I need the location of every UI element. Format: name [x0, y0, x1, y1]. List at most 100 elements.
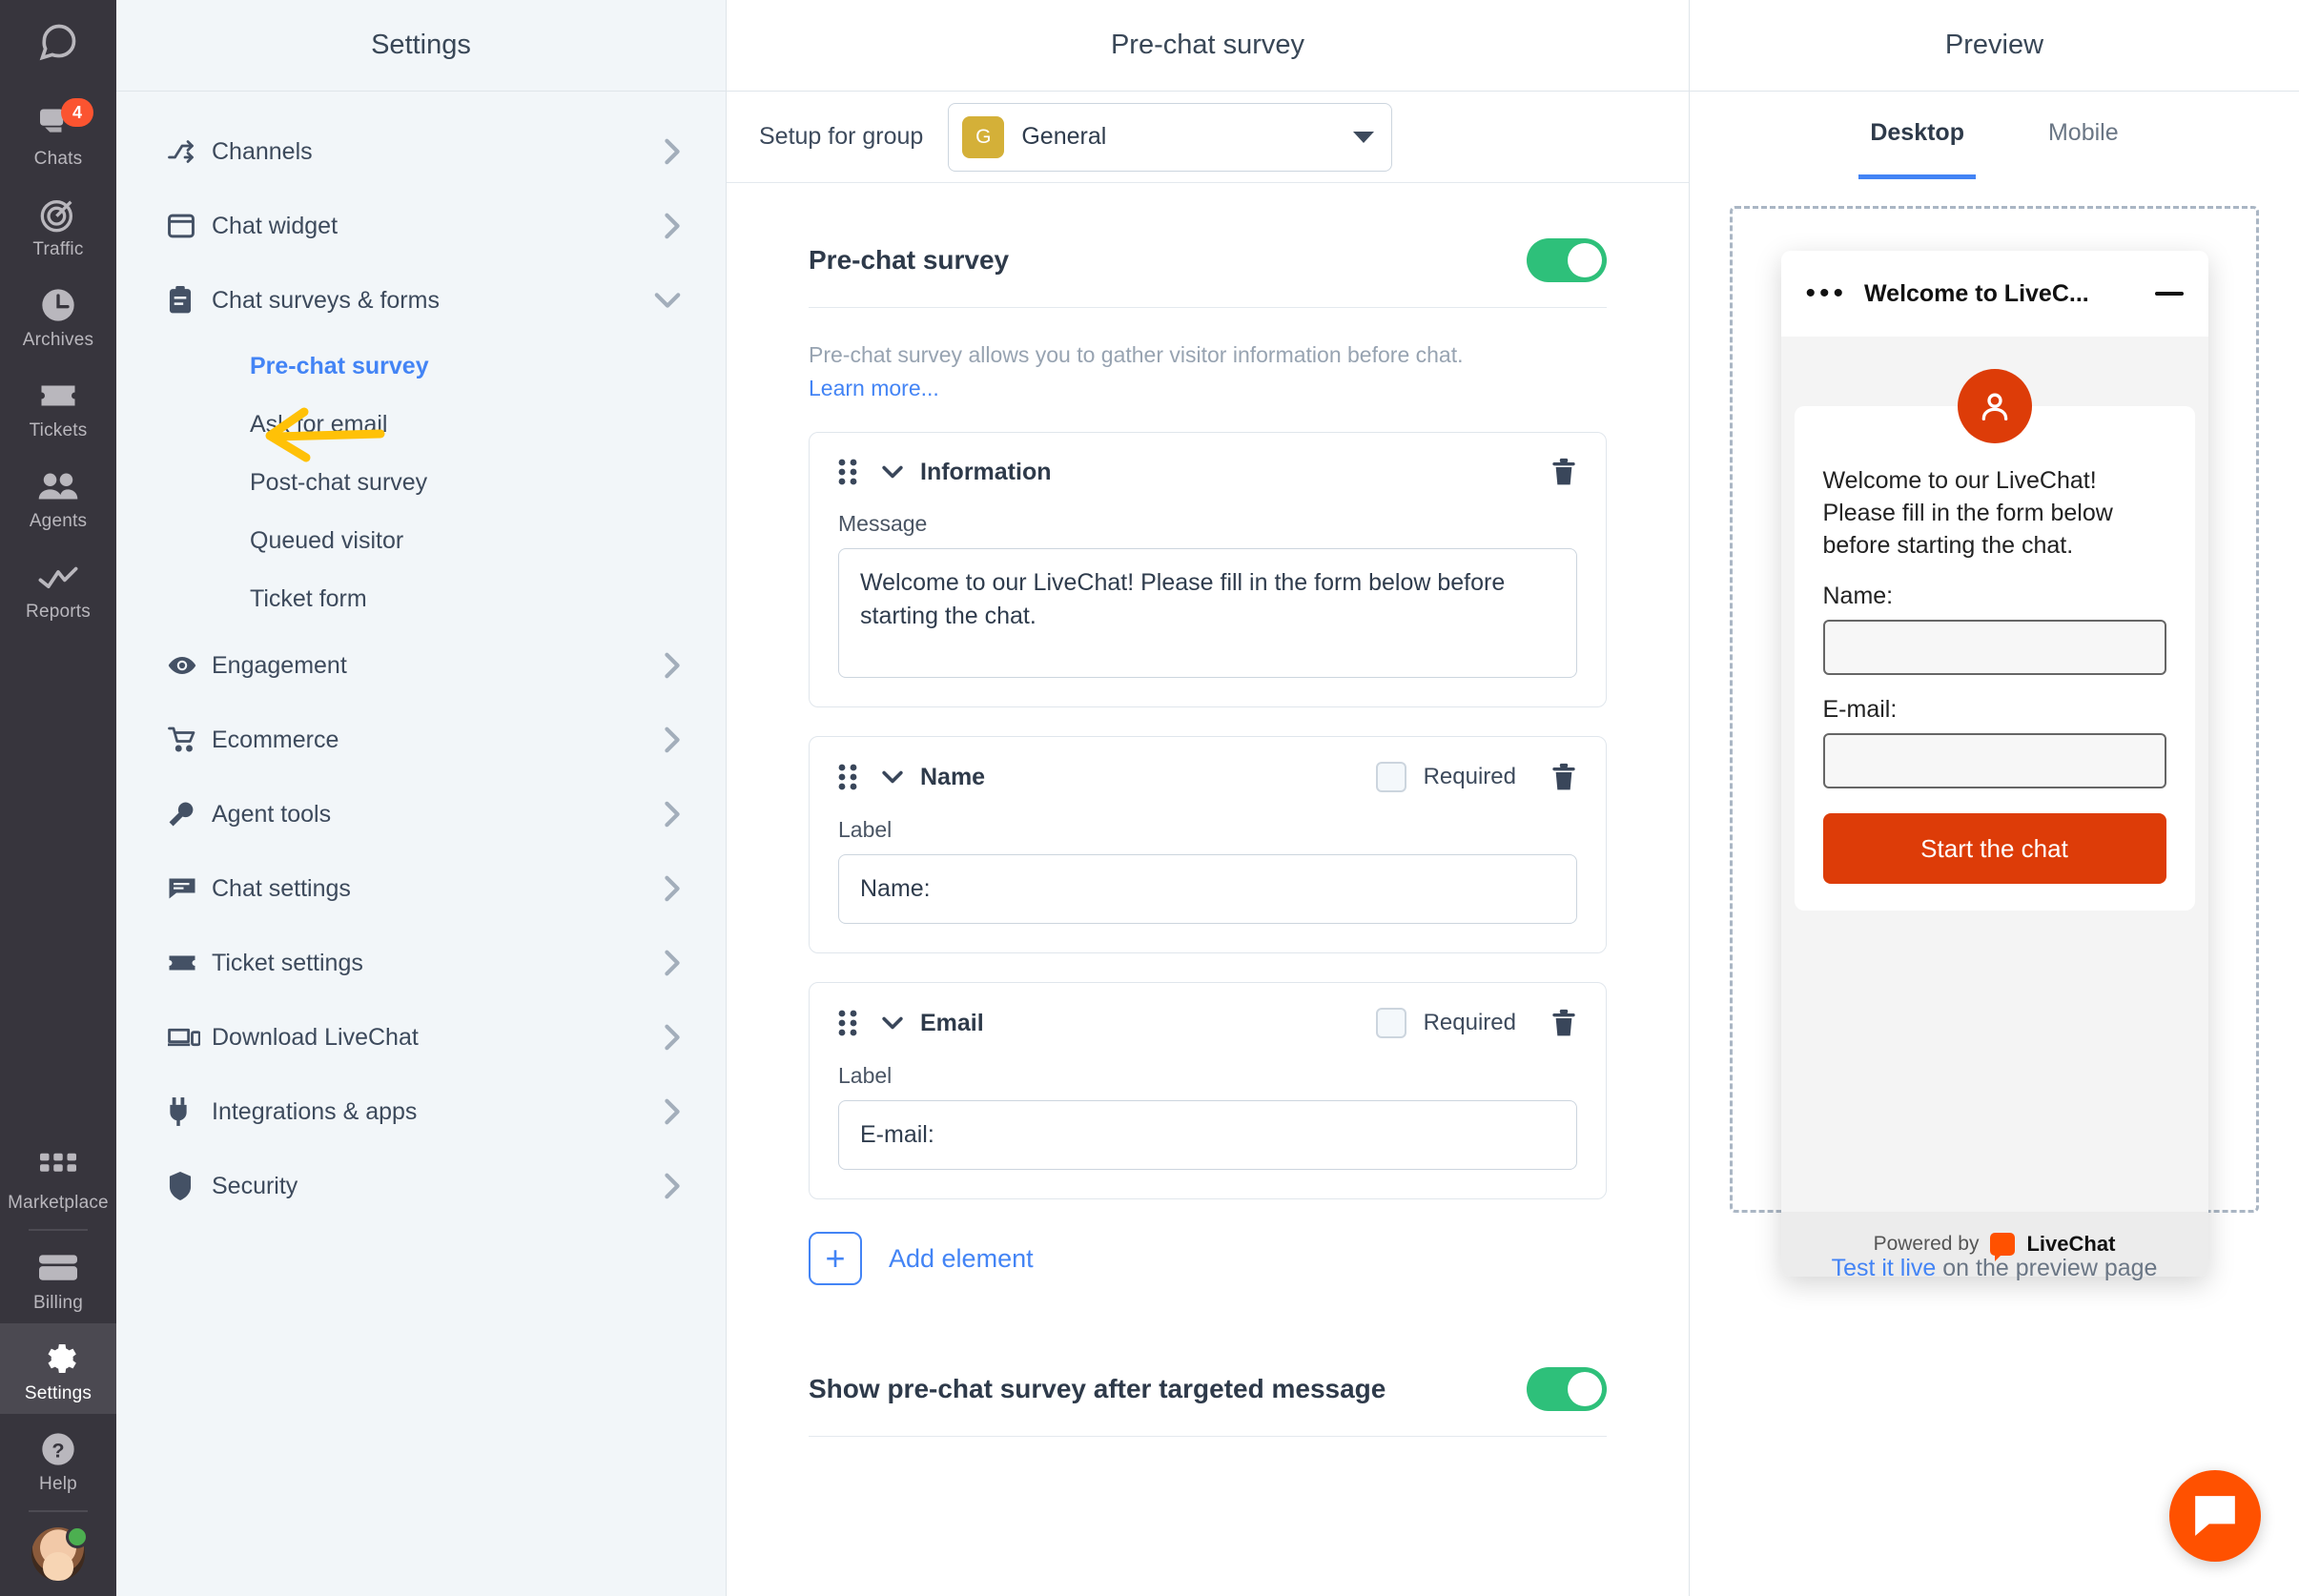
settings-header: Settings	[116, 0, 726, 92]
minimize-icon[interactable]	[2154, 292, 2184, 296]
chat-launcher-bubble[interactable]	[2169, 1470, 2261, 1562]
sidebar-item-ticket-settings[interactable]: Ticket settings	[116, 926, 726, 1000]
field-label-name: Label	[838, 817, 893, 843]
targeted-message-label: Show pre-chat survey after targeted mess…	[809, 1374, 1386, 1404]
chats-unread-badge: 4	[61, 98, 93, 127]
sidebar-item-chat-surveys-forms[interactable]: Chat surveys & forms	[116, 263, 726, 338]
sidebar-item-engagement[interactable]: Engagement	[116, 628, 726, 703]
tab-desktop[interactable]: Desktop	[1858, 92, 1976, 179]
test-it-live-link[interactable]: Test it live	[1832, 1255, 1937, 1281]
rail-item-reports[interactable]: Reports	[0, 542, 116, 632]
required-checkbox-email[interactable]: Required	[1375, 1008, 1516, 1039]
required-checkbox-name[interactable]: Required	[1375, 762, 1516, 793]
widget-email-label: E-mail:	[1822, 696, 1898, 724]
drag-handle-icon[interactable]	[838, 459, 857, 485]
sidebar-item-agent-tools[interactable]: Agent tools	[116, 777, 726, 851]
powered-by-text: Powered by	[1873, 1233, 1980, 1256]
rail-item-help[interactable]: ? Help	[0, 1414, 116, 1504]
page-title: Settings	[371, 30, 471, 60]
sidebar-item-queued-visitor[interactable]: Queued visitor	[116, 512, 726, 570]
sidebar-item-chat-widget[interactable]: Chat widget	[116, 189, 726, 263]
section-description: Pre-chat survey allows you to gather vis…	[809, 340, 1607, 403]
chevron-down-icon[interactable]	[880, 1015, 905, 1031]
sidebar-item-pre-chat-survey[interactable]: Pre-chat survey	[116, 338, 726, 396]
rail-item-archives[interactable]: Archives	[0, 270, 116, 360]
targeted-message-toggle[interactable]	[1527, 1367, 1607, 1412]
email-label-input[interactable]: E-mail:	[838, 1100, 1577, 1171]
name-label-input[interactable]: Name:	[838, 854, 1577, 925]
livechat-mark-icon	[1990, 1233, 2016, 1262]
sidebar-label-engagement: Engagement	[212, 651, 347, 679]
settings-menu: Channels Chat widget Chat surveys & form…	[116, 92, 726, 1223]
ticket-icon	[168, 952, 212, 973]
widget-welcome-message: Welcome to our LiveChat! Please fill in …	[1822, 467, 2113, 559]
tab-mobile[interactable]: Mobile	[2037, 92, 2130, 179]
drag-handle-icon[interactable]	[838, 764, 857, 790]
sidebar-label-ask-for-email: Ask for email	[250, 411, 388, 438]
setup-for-group-bar: Setup for group G General	[727, 92, 1689, 183]
card-title-email: Email	[920, 1009, 984, 1036]
widget-title-bar: ••• Welcome to LiveC...	[1780, 251, 2208, 337]
field-label-message: Message	[838, 511, 928, 537]
toggle-knob	[1568, 243, 1602, 277]
widget-email-input[interactable]	[1822, 733, 2166, 789]
menu-dots-icon[interactable]: •••	[1806, 279, 1848, 308]
delete-icon[interactable]	[1550, 458, 1577, 486]
setup-for-group-label: Setup for group	[759, 123, 924, 150]
chevron-down-icon	[653, 291, 682, 310]
rail-item-chats[interactable]: 4 Chats	[0, 89, 116, 179]
sidebar-item-ecommerce[interactable]: Ecommerce	[116, 703, 726, 777]
delete-icon[interactable]	[1550, 763, 1577, 791]
chat-widget-preview: ••• Welcome to LiveC... Welcome to our L…	[1780, 251, 2208, 1278]
group-select[interactable]: G General	[948, 102, 1393, 172]
chevron-down-icon	[1353, 131, 1375, 143]
sidebar-item-channels[interactable]: Channels	[116, 114, 726, 189]
rail-label-marketplace: Marketplace	[8, 1193, 109, 1213]
chevron-down-icon[interactable]	[880, 464, 905, 480]
rail-item-tickets[interactable]: Tickets	[0, 360, 116, 451]
targeted-message-section: Show pre-chat survey after targeted mess…	[809, 1367, 1607, 1438]
preview-stage: ••• Welcome to LiveC... Welcome to our L…	[1730, 206, 2259, 1278]
main-body: Pre-chat survey Pre-chat survey allows y…	[727, 183, 1689, 1596]
sidebar-item-ticket-form[interactable]: Ticket form	[116, 570, 726, 628]
pre-chat-survey-toggle[interactable]	[1527, 238, 1607, 282]
drag-handle-icon[interactable]	[838, 1010, 857, 1036]
rail-item-marketplace[interactable]: Marketplace	[0, 1133, 116, 1223]
traffic-icon	[39, 193, 77, 236]
widget-spacer	[1780, 926, 2208, 1213]
sidebar-label-pre-chat-survey: Pre-chat survey	[250, 353, 429, 379]
add-element-button[interactable]: Add element	[889, 1244, 1034, 1274]
widget-name-input[interactable]	[1822, 620, 2166, 676]
rail-item-agents[interactable]: Agents	[0, 451, 116, 542]
start-the-chat-button[interactable]: Start the chat	[1822, 813, 2166, 885]
message-textarea[interactable]: Welcome to our LiveChat! Please fill in …	[838, 548, 1577, 679]
chats-icon: 4	[38, 98, 93, 146]
main-panel: Pre-chat survey Setup for group G Genera…	[265, 0, 1690, 1596]
chevron-right-icon	[663, 874, 682, 903]
sidebar-item-integrations-apps[interactable]: Integrations & apps	[116, 1074, 726, 1149]
marketplace-grid-icon	[40, 1146, 76, 1190]
rail-item-traffic[interactable]: Traffic	[0, 179, 116, 270]
svg-text:?: ?	[51, 1438, 64, 1462]
rail-divider-1	[29, 1229, 88, 1231]
reports-chart-icon	[37, 555, 79, 599]
sidebar-item-post-chat-survey[interactable]: Post-chat survey	[116, 454, 726, 512]
sidebar-item-security[interactable]: Security	[116, 1149, 726, 1223]
agent-avatar-icon	[1957, 369, 2032, 443]
element-card-information: Information Message Welcome to our LiveC…	[809, 432, 1607, 708]
plus-icon[interactable]: +	[809, 1232, 862, 1286]
sidebar-item-ask-for-email[interactable]: Ask for email	[116, 396, 726, 454]
rail-item-settings[interactable]: Settings	[0, 1323, 116, 1414]
section-description-text: Pre-chat survey allows you to gather vis…	[809, 342, 1464, 367]
rail-item-billing[interactable]: Billing	[0, 1233, 116, 1323]
sidebar-item-download-livechat[interactable]: Download LiveChat	[116, 1000, 726, 1074]
archives-clock-icon	[39, 283, 77, 327]
chevron-down-icon[interactable]	[880, 769, 905, 785]
widget-header-title: Welcome to LiveC...	[1864, 279, 2089, 307]
sidebar-item-chat-settings[interactable]: Chat settings	[116, 851, 726, 926]
card-header: Name Required	[838, 762, 1577, 793]
chevron-right-icon	[663, 726, 682, 754]
delete-icon[interactable]	[1550, 1009, 1577, 1037]
learn-more-link[interactable]: Learn more...	[809, 374, 1607, 403]
avatar[interactable]	[31, 1525, 89, 1581]
